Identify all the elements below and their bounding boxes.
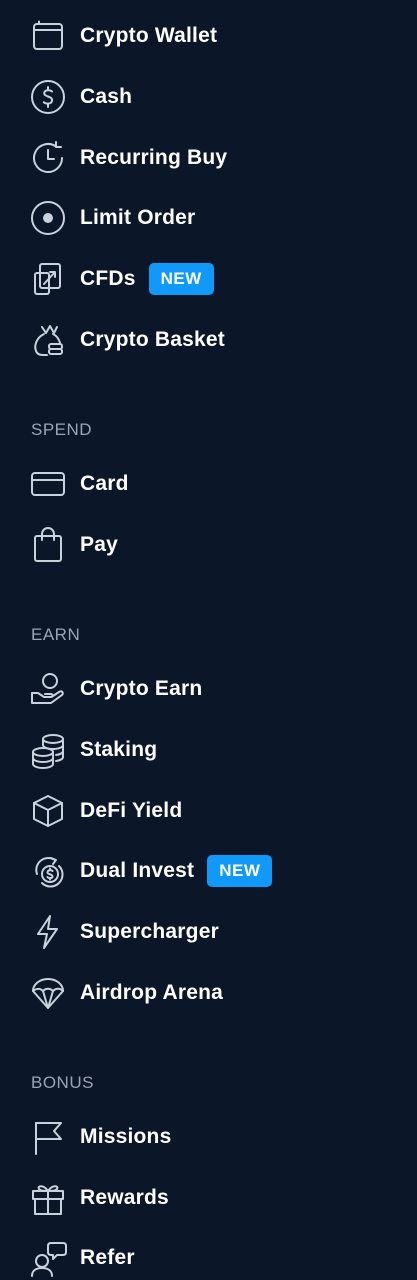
recurring-clock-icon xyxy=(29,139,67,177)
menu-item-missions[interactable]: Missions xyxy=(29,1115,171,1159)
menu-item-label: Rewards xyxy=(80,1186,169,1209)
menu-item-crypto-basket[interactable]: Crypto Basket xyxy=(29,318,225,362)
menu-item-defi-yield[interactable]: DeFi Yield xyxy=(29,789,182,833)
menu-item-airdrop-arena[interactable]: Airdrop Arena xyxy=(29,971,223,1015)
menu-item-dual-invest[interactable]: Dual Invest NEW xyxy=(29,849,273,893)
menu-item-refer[interactable]: Refer xyxy=(29,1236,135,1280)
menu-item-card[interactable]: Card xyxy=(29,462,129,506)
menu-item-label: Refer xyxy=(80,1246,135,1269)
menu-item-label: CFDs xyxy=(80,267,136,290)
menu-item-limit-order[interactable]: Limit Order xyxy=(29,196,195,240)
menu-item-label: Crypto Earn xyxy=(80,677,203,700)
menu-item-label: Missions xyxy=(80,1125,172,1148)
menu-item-label: Pay xyxy=(80,533,118,556)
shopping-bag-icon xyxy=(29,526,67,564)
menu-item-cash[interactable]: Cash xyxy=(29,75,132,119)
target-icon xyxy=(29,199,67,237)
menu-item-label: DeFi Yield xyxy=(80,799,183,822)
menu-item-label: Card xyxy=(80,472,129,495)
menu-item-label: Dual Invest xyxy=(80,859,195,882)
menu-item-cfds[interactable]: CFDs NEW xyxy=(29,257,214,301)
parachute-icon xyxy=(29,974,67,1012)
flag-icon xyxy=(29,1118,67,1156)
menu-item-label: Supercharger xyxy=(80,920,219,943)
menu-item-crypto-wallet[interactable]: Crypto Wallet xyxy=(29,14,217,58)
menu-item-label: Recurring Buy xyxy=(80,146,228,169)
basket-bag-icon xyxy=(29,321,67,359)
card-icon xyxy=(29,465,67,503)
side-menu: Crypto Wallet Cash Recurring Buy Limit O… xyxy=(0,0,417,1277)
menu-item-pay[interactable]: Pay xyxy=(29,523,118,567)
menu-item-label: Cash xyxy=(80,85,133,108)
cube-icon xyxy=(29,792,67,830)
menu-item-crypto-earn[interactable]: Crypto Earn xyxy=(29,667,202,711)
menu-item-label: Airdrop Arena xyxy=(80,981,224,1004)
menu-item-label: Crypto Wallet xyxy=(80,24,218,47)
menu-item-supercharger[interactable]: Supercharger xyxy=(29,910,219,954)
new-badge: NEW xyxy=(148,263,214,295)
new-badge: NEW xyxy=(207,855,273,887)
menu-item-label: Staking xyxy=(80,738,158,761)
coin-stack-icon xyxy=(29,731,67,769)
wallet-icon xyxy=(29,17,67,55)
menu-item-label: Crypto Basket xyxy=(80,328,225,351)
section-header-bonus: BONUS xyxy=(31,1073,94,1092)
dollar-circle-icon xyxy=(29,78,67,116)
menu-item-staking[interactable]: Staking xyxy=(29,728,157,772)
lightning-icon xyxy=(29,913,67,951)
gift-icon xyxy=(29,1179,67,1217)
menu-item-recurring-buy[interactable]: Recurring Buy xyxy=(29,136,227,180)
dual-invest-icon xyxy=(29,852,67,890)
section-header-spend: SPEND xyxy=(31,420,93,439)
menu-item-rewards[interactable]: Rewards xyxy=(29,1176,169,1220)
menu-item-label: Limit Order xyxy=(80,206,196,229)
section-header-earn: EARN xyxy=(31,625,81,644)
refer-user-icon xyxy=(29,1239,67,1277)
cfd-arrows-icon xyxy=(29,260,67,298)
hand-coin-icon xyxy=(29,670,67,708)
